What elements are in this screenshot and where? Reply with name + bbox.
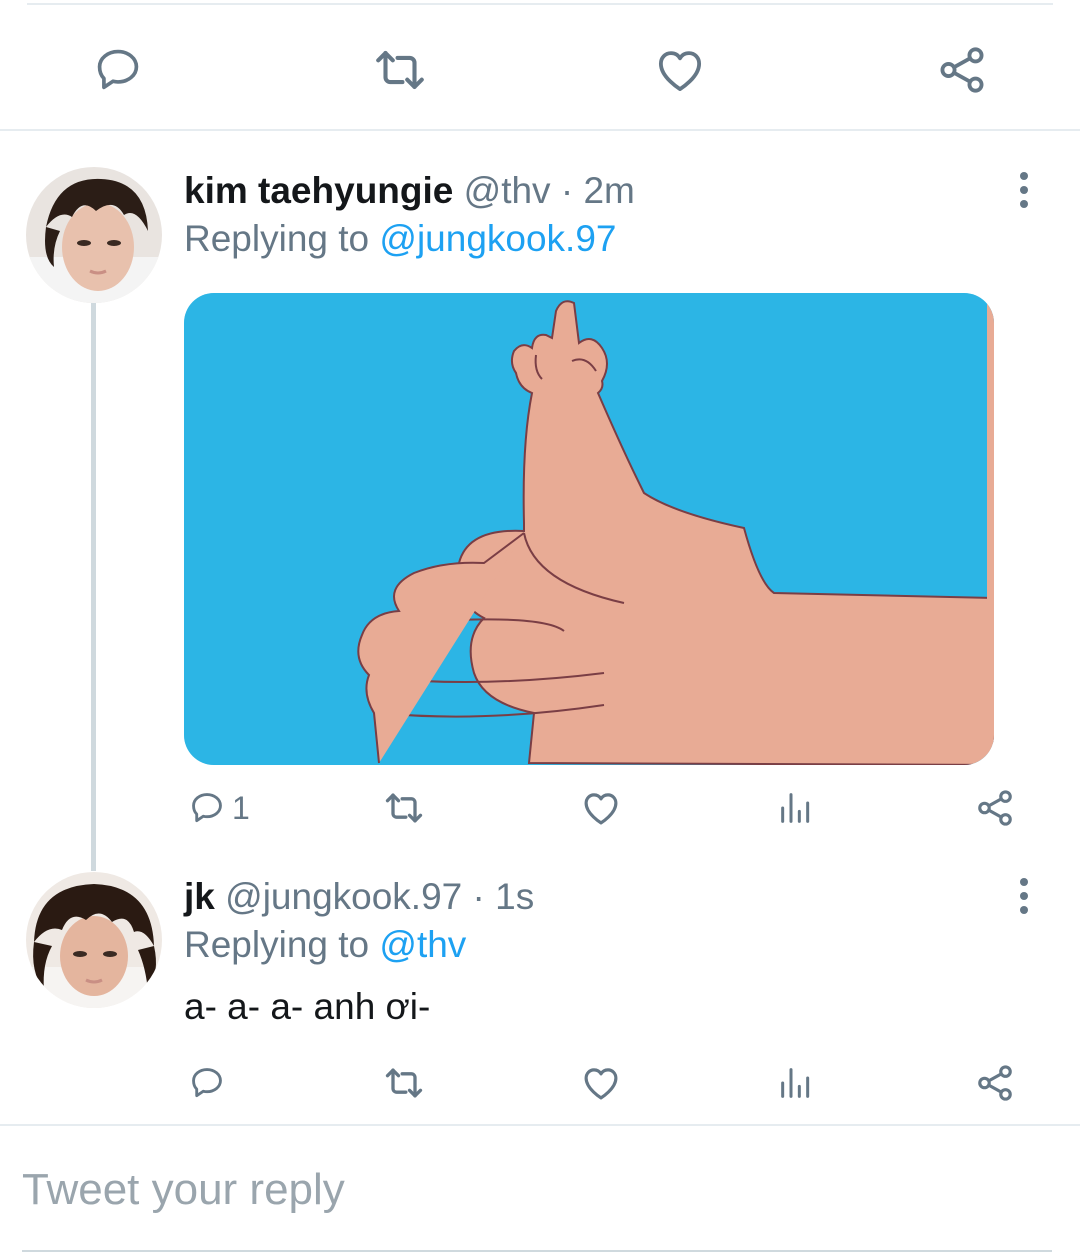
share-icon bbox=[978, 1065, 1012, 1101]
reply-count: 1 bbox=[232, 789, 250, 826]
avatar[interactable] bbox=[26, 167, 162, 303]
more-options-button[interactable] bbox=[1004, 160, 1044, 220]
replying-to: Replying to @jungkook.97 bbox=[184, 218, 617, 260]
top-divider bbox=[27, 3, 1053, 5]
avatar[interactable] bbox=[26, 872, 162, 1008]
like-icon bbox=[658, 51, 702, 92]
analytics-icon bbox=[781, 1068, 810, 1098]
replying-to-mention[interactable]: @jungkook.97 bbox=[379, 218, 616, 259]
top-retweet-button[interactable] bbox=[368, 38, 432, 102]
reply-icon bbox=[192, 1068, 222, 1098]
top-action-bar bbox=[0, 30, 1080, 110]
username[interactable]: @thv bbox=[464, 170, 551, 211]
like-button[interactable] bbox=[580, 1053, 622, 1113]
retweet-icon bbox=[385, 793, 423, 823]
tweet-text: a- a- a- anh ơi- bbox=[184, 986, 431, 1027]
share-button[interactable] bbox=[974, 778, 1016, 838]
top-reply-button[interactable] bbox=[86, 38, 150, 102]
timestamp: · 1s bbox=[472, 876, 535, 917]
retweet-icon bbox=[385, 1068, 423, 1098]
reply-input[interactable] bbox=[22, 1158, 1052, 1222]
timestamp: · 2m bbox=[560, 170, 635, 211]
retweet-button[interactable] bbox=[382, 778, 426, 838]
tweet-action-bar: 1 bbox=[0, 778, 1080, 838]
reply-icon bbox=[97, 49, 139, 90]
share-icon bbox=[978, 790, 1012, 826]
reply-input-underline bbox=[22, 1250, 1052, 1252]
avatar-image bbox=[26, 872, 162, 1008]
tweet-header: jk @jungkook.97 · 1s bbox=[184, 876, 534, 918]
tweet-header: kim taehyungie @thv · 2m bbox=[184, 170, 635, 212]
replying-to-label: Replying to bbox=[184, 924, 380, 965]
share-icon bbox=[940, 47, 984, 93]
tweet-thread-screen: kim taehyungie @thv · 2m Replying to @ju… bbox=[0, 0, 1080, 1256]
reply-icon bbox=[192, 793, 222, 823]
thumbs-up-middle-finger-image bbox=[184, 293, 994, 765]
retweet-icon bbox=[376, 51, 424, 89]
replying-to-label: Replying to bbox=[184, 218, 380, 259]
top-like-button[interactable] bbox=[648, 38, 712, 102]
like-icon bbox=[584, 793, 618, 825]
avatar-image bbox=[26, 167, 162, 303]
more-vertical-icon bbox=[1020, 878, 1028, 886]
username[interactable]: @jungkook.97 bbox=[225, 876, 462, 917]
retweet-button[interactable] bbox=[382, 1053, 426, 1113]
share-button[interactable] bbox=[974, 1053, 1016, 1113]
reply-button[interactable]: 1 bbox=[188, 778, 250, 838]
compose-divider bbox=[0, 1124, 1080, 1126]
section-divider bbox=[0, 129, 1080, 131]
replying-to: Replying to @thv bbox=[184, 924, 466, 966]
more-vertical-icon bbox=[1020, 172, 1028, 180]
tweet-action-bar bbox=[0, 1053, 1080, 1113]
display-name[interactable]: kim taehyungie bbox=[184, 170, 453, 211]
more-options-button[interactable] bbox=[1004, 866, 1044, 926]
analytics-button[interactable] bbox=[776, 1053, 816, 1113]
analytics-icon bbox=[781, 793, 810, 823]
tweet-media[interactable] bbox=[184, 293, 994, 765]
like-button[interactable] bbox=[580, 778, 622, 838]
display-name[interactable]: jk bbox=[184, 876, 215, 917]
replying-to-mention[interactable]: @thv bbox=[379, 924, 466, 965]
analytics-button[interactable] bbox=[776, 778, 816, 838]
like-icon bbox=[584, 1068, 618, 1100]
top-share-button[interactable] bbox=[930, 38, 994, 102]
reply-button[interactable] bbox=[188, 1053, 226, 1113]
